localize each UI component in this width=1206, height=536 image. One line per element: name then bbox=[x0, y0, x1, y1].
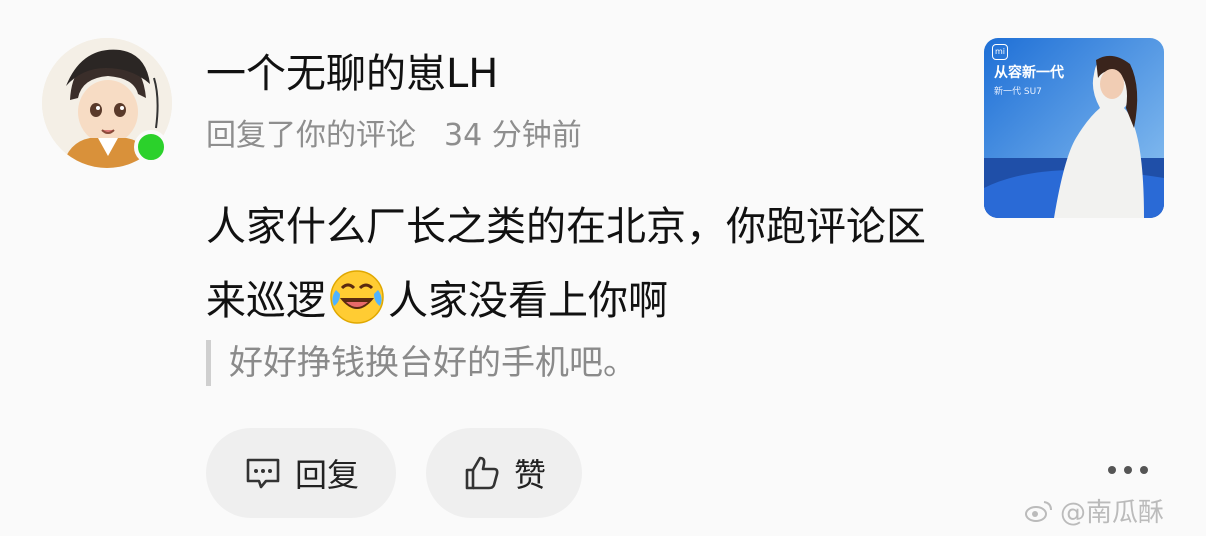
brand-logo: mi bbox=[992, 44, 1008, 60]
reply-button[interactable]: 回复 bbox=[206, 428, 396, 518]
like-label: 赞 bbox=[513, 456, 546, 494]
online-status-dot bbox=[134, 130, 168, 164]
more-options-icon[interactable] bbox=[1108, 460, 1148, 480]
action-text: 回复了你的评论 bbox=[206, 118, 416, 153]
comment-icon bbox=[246, 458, 280, 489]
post-thumbnail[interactable]: mi 从容新一代 新一代 SU7 bbox=[984, 38, 1164, 218]
comment-text: 人家什么厂长之类的在北京，你跑评论区来巡逻 人家没看上你啊 bbox=[206, 190, 946, 338]
watermark-text: @南瓜酥 bbox=[1060, 498, 1165, 528]
timestamp: 34 分钟前 bbox=[444, 118, 582, 153]
username[interactable]: 一个无聊的崽LH bbox=[206, 48, 498, 100]
thumbnail-headline: 从容新一代 bbox=[994, 65, 1064, 81]
comment-text-part2: 人家没看上你啊 bbox=[388, 278, 668, 324]
watermark: @南瓜酥 bbox=[1024, 492, 1164, 529]
thumbnail-subline: 新一代 SU7 bbox=[994, 87, 1042, 97]
like-button[interactable]: 赞 bbox=[426, 428, 582, 518]
weibo-logo-icon bbox=[1025, 500, 1052, 522]
laughing-crying-emoji-icon bbox=[330, 270, 384, 324]
comment-meta: 回复了你的评论 34 分钟前 bbox=[206, 116, 582, 156]
reply-label: 回复 bbox=[294, 456, 359, 494]
thumbs-up-icon bbox=[465, 456, 499, 490]
quoted-comment[interactable]: 好好挣钱换台好的手机吧。 bbox=[206, 340, 637, 386]
